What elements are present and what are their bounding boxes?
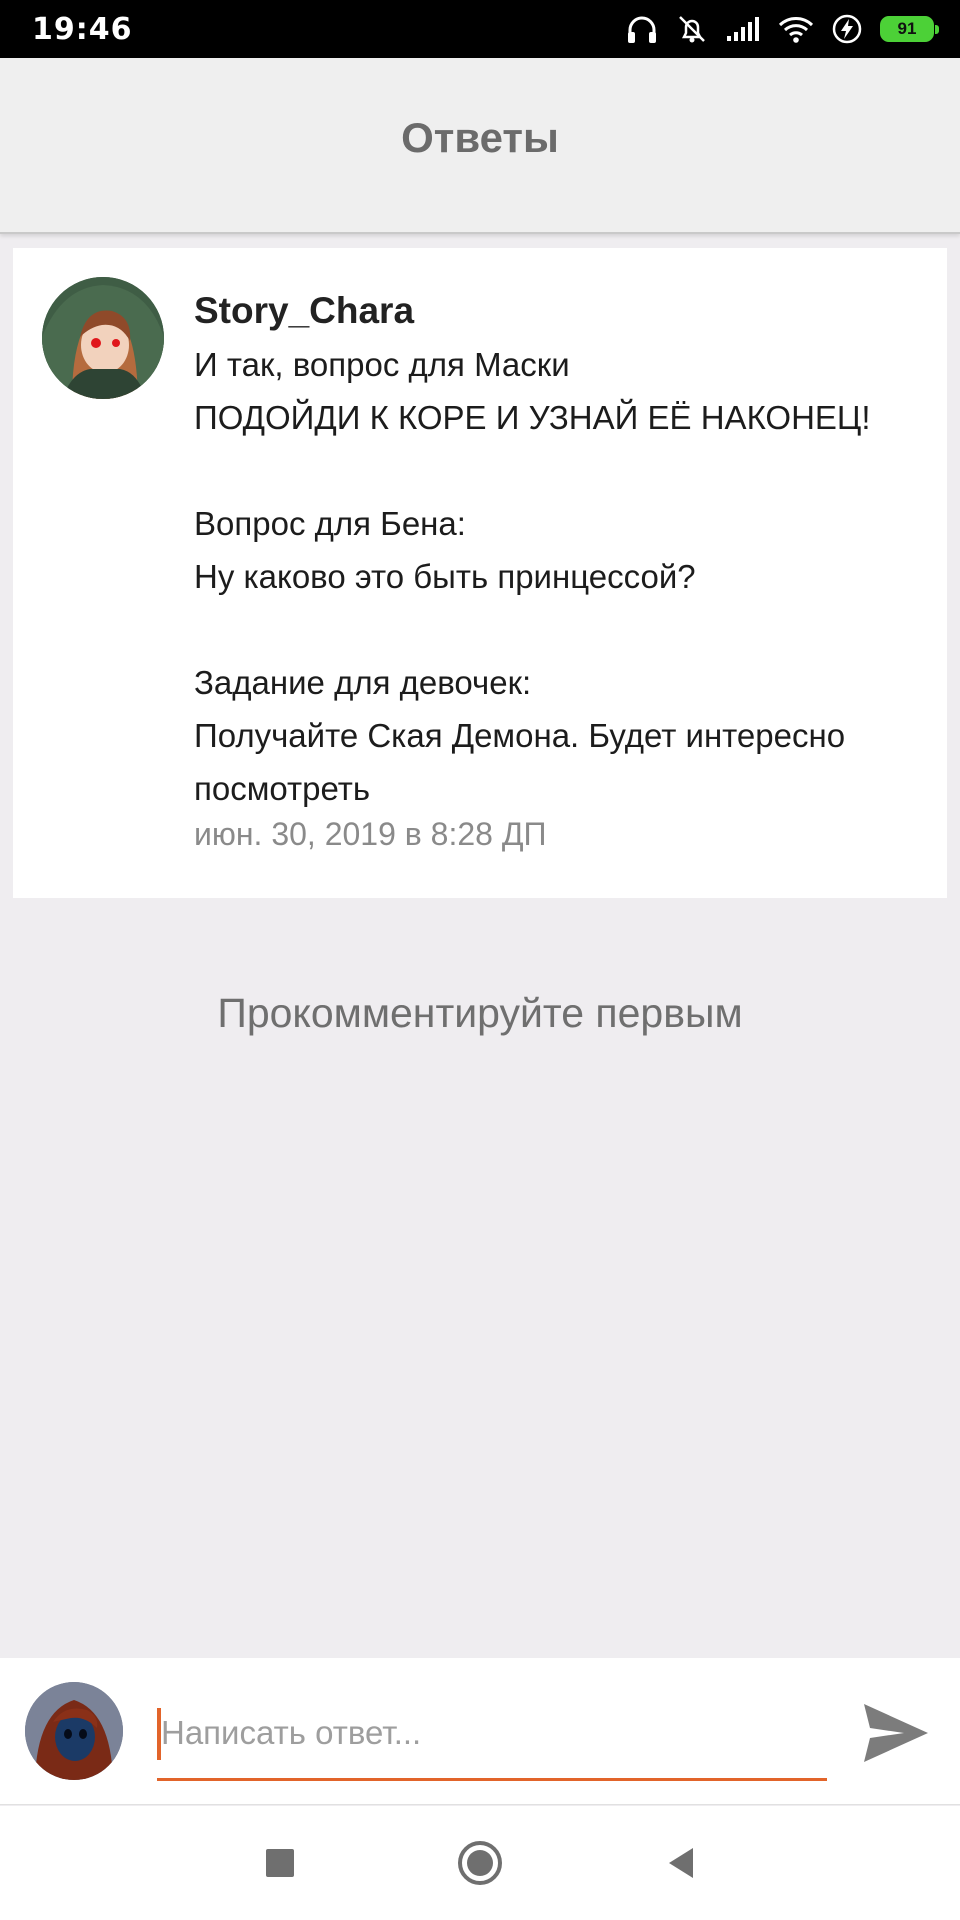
home-icon <box>457 1840 503 1891</box>
post-text-line: Вопрос для Бена: <box>194 505 466 542</box>
post-text-line <box>194 444 927 497</box>
status-bar: 19:46 91 <box>0 0 960 58</box>
recents-button[interactable] <box>255 1840 305 1890</box>
back-button[interactable] <box>655 1840 705 1890</box>
back-icon <box>665 1846 695 1885</box>
headphones-icon <box>626 14 658 44</box>
post-text-line: Получайте Ская Демона. Будет интересно <box>194 717 846 754</box>
text-cursor <box>157 1708 161 1760</box>
post-card: Story_Chara И так, вопрос для Маски ПОДО… <box>13 248 947 898</box>
send-button[interactable] <box>860 1698 940 1768</box>
alarm-muted-icon <box>676 13 708 45</box>
status-icons: 91 <box>626 10 939 48</box>
send-icon <box>860 1704 932 1772</box>
signal-icon <box>726 16 760 42</box>
user-avatar <box>25 1682 123 1780</box>
page-title: Ответы <box>401 114 559 161</box>
status-time: 19:46 <box>32 12 133 47</box>
input-underline <box>157 1778 827 1781</box>
system-nav-bar <box>0 1806 960 1920</box>
post-body: Story_Chara И так, вопрос для Маски ПОДО… <box>194 290 927 857</box>
home-button[interactable] <box>455 1840 505 1890</box>
battery-icon: 91 <box>880 16 939 42</box>
author-avatar[interactable] <box>42 277 164 399</box>
reply-bar <box>0 1658 960 1805</box>
post-text-line <box>194 603 927 656</box>
wifi-icon <box>778 15 814 43</box>
post-text-line: посмотреть <box>194 770 371 807</box>
empty-comments-text: Прокомментируйте первым <box>217 990 743 1036</box>
post-date: июн. 30, 2019 в 8:28 ДП <box>194 816 547 852</box>
post-text-line: Ну каково это быть принцессой? <box>194 558 696 595</box>
charging-icon <box>832 14 862 44</box>
post-author[interactable]: Story_Chara <box>194 290 927 332</box>
app-header: Ответы <box>0 58 960 234</box>
recents-icon <box>265 1848 295 1883</box>
post-text-line: ПОДОЙДИ К КОРЕ И УЗНАЙ ЕЁ НАКОНЕЦ! <box>194 399 871 436</box>
reply-input[interactable] <box>157 1706 831 1760</box>
post-text-line: Задание для девочек: <box>194 664 532 701</box>
post-text-line: И так, вопрос для Маски <box>194 346 570 383</box>
